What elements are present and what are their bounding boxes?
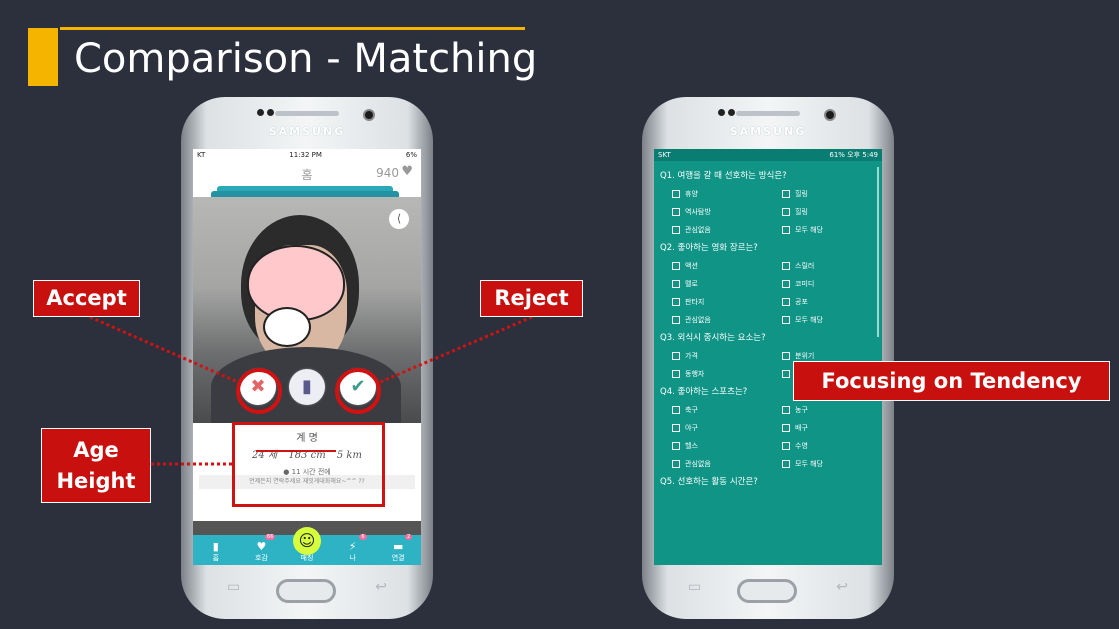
accept-label: Accept bbox=[33, 280, 140, 317]
stats-underline bbox=[256, 450, 336, 452]
reject-highlight-ring bbox=[236, 368, 282, 414]
info-highlight-box bbox=[232, 422, 385, 507]
accept-highlight-ring bbox=[335, 368, 381, 414]
age-label: Age bbox=[73, 438, 119, 462]
height-label: Height bbox=[56, 469, 136, 493]
reject-connector bbox=[377, 315, 533, 385]
age-height-label: Age Height bbox=[41, 428, 151, 503]
accept-connector bbox=[89, 315, 241, 385]
reject-label: Reject bbox=[480, 280, 583, 317]
focus-label: Focusing on Tendency bbox=[793, 361, 1110, 401]
